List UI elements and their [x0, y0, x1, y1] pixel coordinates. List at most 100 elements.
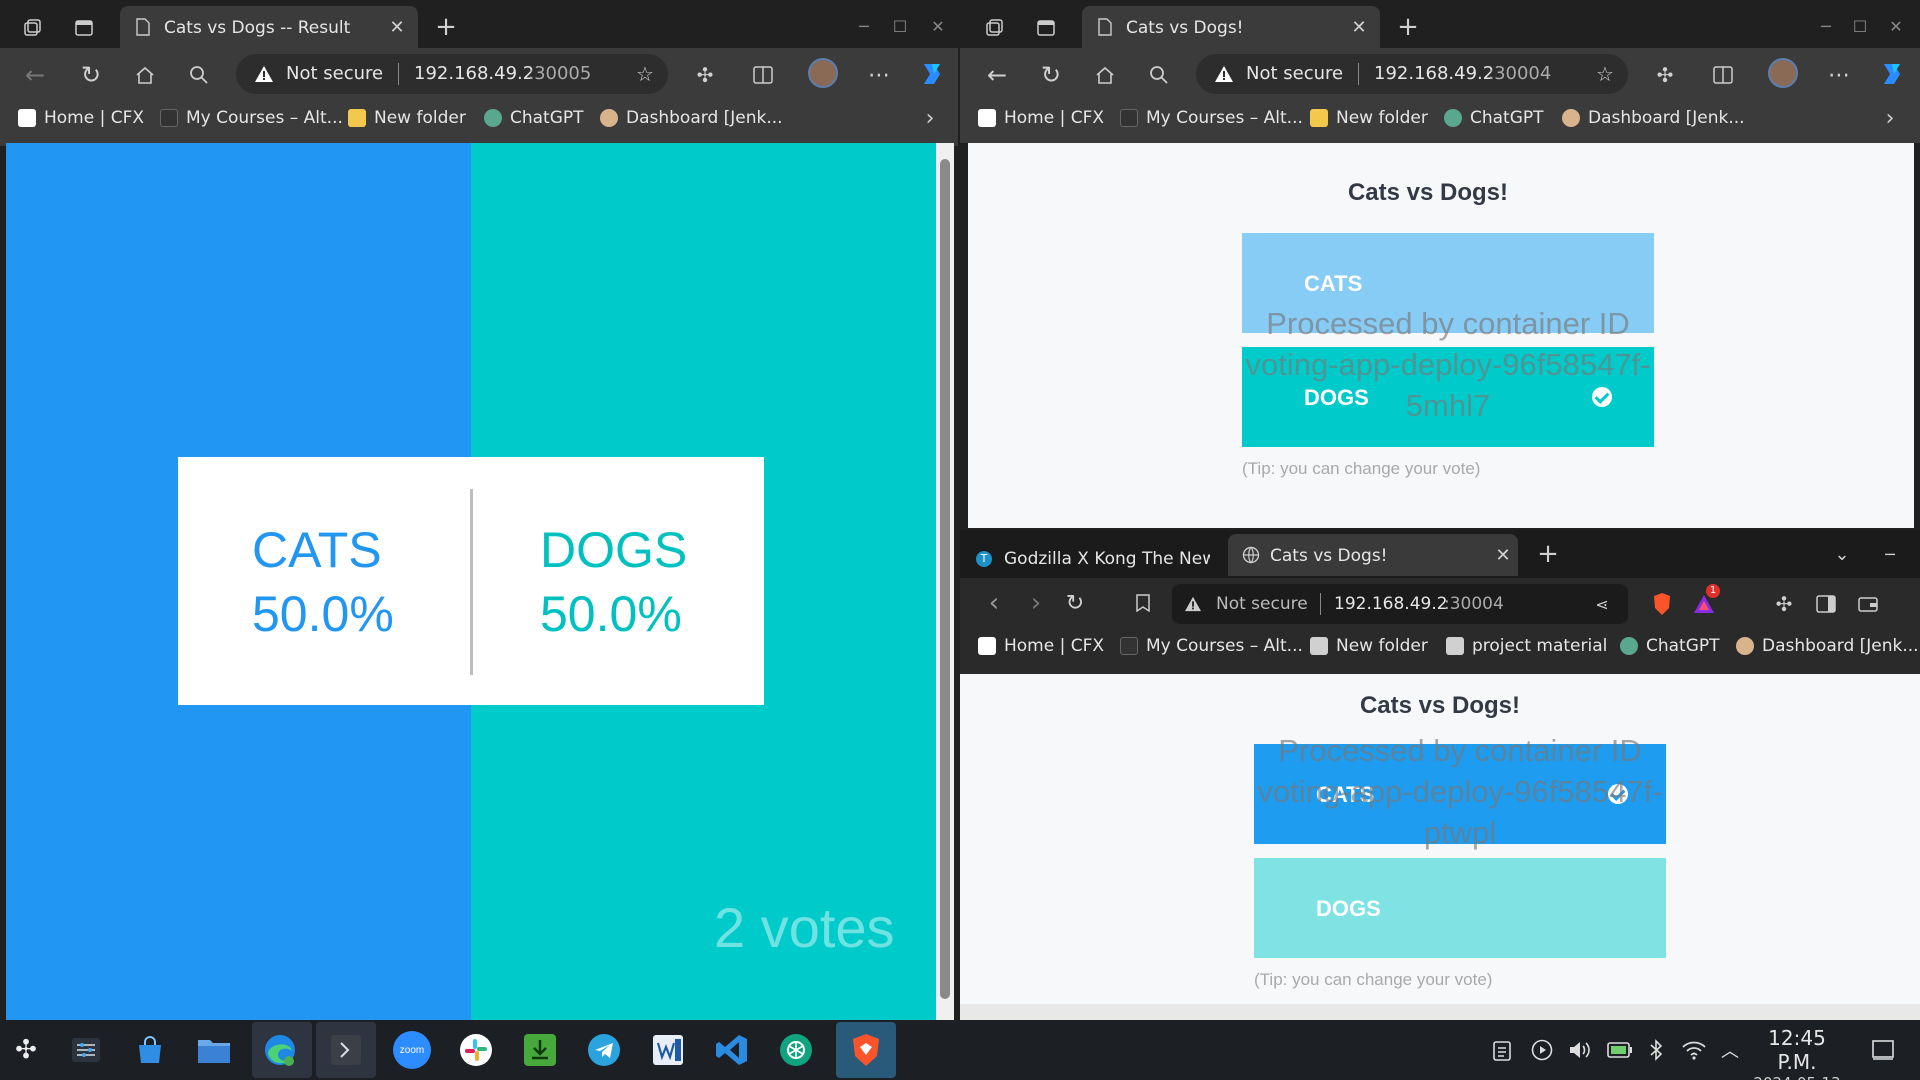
scrollbar-track[interactable] — [936, 143, 954, 1020]
zoom-icon[interactable]: zoom — [392, 1030, 432, 1070]
bookmark-new-folder[interactable]: New folder — [1310, 108, 1428, 128]
bookmark-dashboard-jenkins[interactable]: Dashboard [Jenk... — [600, 108, 783, 128]
back-icon[interactable]: ‹ — [982, 588, 1006, 618]
maximize-icon[interactable]: ☐ — [888, 14, 912, 38]
refresh-icon[interactable]: ↻ — [1036, 60, 1066, 90]
tab-search-icon[interactable]: ⌄ — [1830, 542, 1854, 566]
bookmark-project-material[interactable]: project material — [1446, 636, 1607, 656]
vscode-icon[interactable] — [712, 1030, 752, 1070]
workspaces-icon[interactable] — [980, 14, 1008, 42]
new-tab-icon[interactable]: + — [1394, 12, 1422, 42]
favorite-star-icon[interactable]: ☆ — [1594, 62, 1616, 86]
tab-godzilla[interactable]: T Godzilla X Kong The New Empire — [976, 540, 1212, 578]
slack-icon[interactable] — [456, 1030, 496, 1070]
close-tab-icon[interactable]: ✕ — [388, 17, 406, 38]
tab-actions-icon[interactable] — [70, 14, 98, 42]
bookmark-my-courses[interactable]: My Courses – Alt... — [1120, 108, 1303, 128]
terminal-icon[interactable] — [326, 1030, 366, 1070]
home-icon[interactable] — [130, 60, 160, 90]
close-tab-icon[interactable]: ✕ — [1350, 17, 1368, 38]
share-icon[interactable]: ⋖ — [1592, 594, 1612, 614]
dogs-vote-button[interactable]: DOGS — [1254, 858, 1666, 958]
bluetooth-icon[interactable] — [1644, 1038, 1668, 1062]
minimize-icon[interactable]: ─ — [1878, 542, 1902, 566]
download-manager-icon[interactable] — [520, 1030, 560, 1070]
new-tab-icon[interactable]: + — [1534, 539, 1562, 569]
new-tab-icon[interactable]: + — [432, 12, 460, 42]
address-bar[interactable]: Not secure 192.168.49.2 :30004 ⋖ — [1172, 584, 1628, 624]
bookmark-chatgpt[interactable]: ChatGPT — [1444, 108, 1544, 128]
avatar[interactable] — [808, 58, 838, 88]
horizontal-scrollbar[interactable] — [960, 1004, 1920, 1020]
chatgpt-icon[interactable] — [776, 1030, 816, 1070]
extensions-icon[interactable]: ✣ — [690, 60, 720, 90]
file-explorer-icon[interactable] — [194, 1030, 234, 1070]
clipboard-icon[interactable] — [1490, 1038, 1514, 1062]
start-icon[interactable]: ✣ — [6, 1030, 46, 1070]
settings-icon[interactable] — [66, 1030, 106, 1070]
split-screen-icon[interactable] — [748, 60, 778, 90]
bookmark-new-folder[interactable]: New folder — [348, 108, 466, 128]
refresh-icon[interactable]: ↻ — [76, 60, 106, 90]
back-icon[interactable]: ← — [982, 60, 1012, 90]
bookmark-icon[interactable] — [1128, 588, 1158, 618]
bookmark-new-folder[interactable]: New folder — [1310, 636, 1428, 656]
close-window-icon[interactable]: ✕ — [926, 14, 950, 38]
more-menu-icon[interactable]: ⋯ — [864, 60, 894, 90]
bookmarks-overflow-icon[interactable]: › — [918, 106, 942, 131]
bookmark-chatgpt[interactable]: ChatGPT — [1620, 636, 1720, 656]
bookmark-dashboard-jenkins[interactable]: Dashboard [Jenk... — [1736, 636, 1919, 656]
close-tab-icon[interactable]: ✕ — [1494, 545, 1512, 566]
tab-actions-icon[interactable] — [1032, 14, 1060, 42]
store-icon[interactable] — [130, 1030, 170, 1070]
brave-icon[interactable] — [846, 1030, 886, 1070]
bookmark-chatgpt[interactable]: ChatGPT — [484, 108, 584, 128]
extensions-icon[interactable]: ✣ — [1650, 60, 1680, 90]
copilot-icon[interactable] — [1876, 58, 1908, 90]
tab-vote[interactable]: Cats vs Dogs! ✕ — [1082, 6, 1380, 48]
volume-icon[interactable] — [1568, 1038, 1592, 1062]
split-screen-icon[interactable] — [1708, 60, 1738, 90]
sidebar-icon[interactable] — [1812, 590, 1840, 618]
minimize-icon[interactable]: ─ — [1814, 14, 1838, 38]
back-icon[interactable]: ← — [20, 60, 50, 90]
more-menu-icon[interactable]: ⋯ — [1824, 60, 1854, 90]
minimize-icon[interactable]: ─ — [852, 14, 876, 38]
bookmark-home-cfx[interactable]: Home | CFX — [18, 108, 144, 128]
brave-shields-icon[interactable] — [1648, 590, 1676, 618]
tab-result[interactable]: Cats vs Dogs -- Result ✕ — [120, 6, 418, 48]
wallet-icon[interactable] — [1854, 590, 1882, 618]
extensions-icon[interactable]: ✣ — [1770, 590, 1798, 618]
brave-rewards-icon[interactable]: 1 — [1690, 584, 1720, 618]
media-play-icon[interactable] — [1530, 1038, 1554, 1062]
tab-vote[interactable]: Cats vs Dogs! ✕ — [1228, 534, 1518, 576]
search-icon[interactable] — [184, 60, 214, 90]
maximize-icon[interactable]: ☐ — [1848, 14, 1872, 38]
show-desktop-icon[interactable] — [1870, 1038, 1896, 1062]
tray-expand-icon[interactable]: ︿ — [1718, 1038, 1742, 1062]
word-icon[interactable] — [648, 1030, 688, 1070]
search-icon[interactable] — [1144, 60, 1174, 90]
refresh-icon[interactable]: ↻ — [1060, 588, 1090, 618]
edge-icon[interactable] — [260, 1030, 300, 1070]
bookmark-home-cfx[interactable]: Home | CFX — [978, 636, 1104, 656]
avatar[interactable] — [1768, 58, 1798, 88]
bookmark-dashboard-jenkins[interactable]: Dashboard [Jenk... — [1562, 108, 1745, 128]
bookmark-my-courses[interactable]: My Courses – Alt... — [160, 108, 343, 128]
address-bar[interactable]: Not secure 192.168.49.2 :30005 ☆ — [236, 54, 668, 94]
bookmark-home-cfx[interactable]: Home | CFX — [978, 108, 1104, 128]
home-icon[interactable] — [1090, 60, 1120, 90]
workspaces-icon[interactable] — [18, 14, 46, 42]
telegram-icon[interactable] — [584, 1030, 624, 1070]
forward-icon[interactable]: › — [1024, 588, 1048, 618]
battery-icon[interactable] — [1606, 1038, 1634, 1062]
favorite-star-icon[interactable]: ☆ — [634, 62, 656, 86]
bookmarks-overflow-icon[interactable]: › — [1878, 106, 1902, 131]
close-window-icon[interactable]: ✕ — [1884, 14, 1908, 38]
clock[interactable]: 12:45 P.M. 2024-05-13 — [1752, 1026, 1842, 1080]
bookmark-my-courses[interactable]: My Courses – Alt... — [1120, 636, 1303, 656]
wifi-icon[interactable] — [1680, 1038, 1708, 1062]
scrollbar-thumb[interactable] — [940, 159, 950, 999]
copilot-icon[interactable] — [916, 58, 948, 90]
address-bar[interactable]: Not secure 192.168.49.2 :30004 ☆ — [1196, 54, 1628, 94]
